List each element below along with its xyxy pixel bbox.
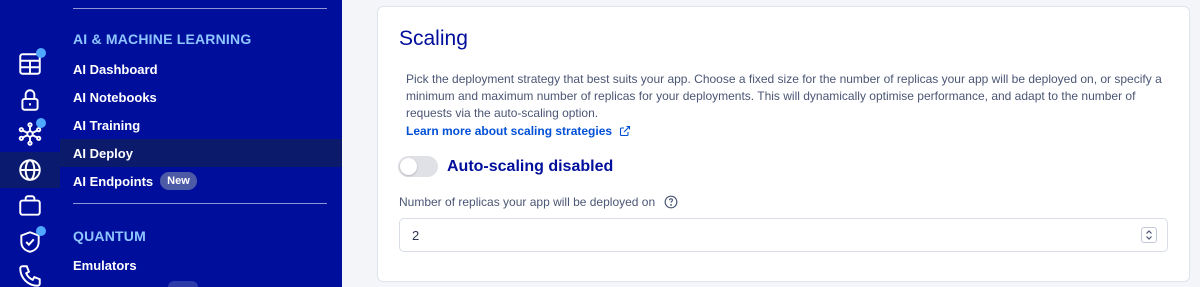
phone-icon — [19, 265, 41, 287]
number-stepper[interactable] — [1141, 227, 1157, 243]
nav-item-label: AI Endpoints — [73, 173, 154, 189]
learn-more-label: Learn more about scaling strategies — [406, 124, 613, 138]
section-title-quantum: QUANTUM — [73, 228, 146, 244]
rail-item-server[interactable] — [0, 46, 60, 82]
nav-item-ai-endpoints[interactable]: AI Endpoints New — [60, 167, 342, 195]
rail-item-globe[interactable] — [0, 152, 60, 188]
rail-item-network[interactable] — [0, 116, 60, 152]
replicas-label: Number of replicas your app will be depl… — [399, 195, 656, 209]
section-title-ai: AI & MACHINE LEARNING — [73, 31, 252, 47]
icon-rail — [0, 0, 60, 287]
external-link-icon — [620, 125, 631, 137]
replicas-input[interactable]: 2 — [399, 218, 1168, 252]
nav-item-ai-training[interactable]: AI Training — [60, 111, 342, 139]
globe-icon — [19, 159, 41, 181]
help-icon[interactable] — [664, 195, 678, 209]
scaling-card: Scaling Pick the deployment strategy tha… — [377, 6, 1190, 282]
toggle-knob — [400, 158, 417, 175]
rail-item-security[interactable] — [0, 82, 60, 118]
scaling-title: Scaling — [399, 27, 468, 50]
replicas-label-row: Number of replicas your app will be depl… — [399, 195, 678, 209]
nav-item-label: AI Training — [73, 117, 141, 133]
rail-item-shield[interactable] — [0, 224, 60, 260]
autoscaling-label: Auto-scaling disabled — [447, 157, 614, 175]
autoscaling-row: Auto-scaling disabled — [398, 156, 613, 177]
partial-badge — [168, 281, 198, 287]
briefcase-icon — [19, 195, 41, 216]
lock-icon — [21, 89, 39, 111]
chevron-up-down-icon — [1146, 230, 1152, 240]
nav-item-emulators[interactable]: Emulators — [60, 251, 342, 279]
divider — [73, 203, 327, 204]
nav-item-label: Emulators — [73, 257, 137, 273]
nav-item-ai-deploy[interactable]: AI Deploy — [60, 139, 342, 167]
divider — [73, 8, 327, 9]
autoscaling-toggle[interactable] — [398, 156, 438, 177]
rail-item-phone[interactable] — [0, 258, 60, 287]
nav-item-ai-dashboard[interactable]: AI Dashboard — [60, 55, 342, 83]
nav-sidebar: AI & MACHINE LEARNING AI Dashboard AI No… — [60, 0, 342, 287]
rail-item-briefcase[interactable] — [0, 188, 60, 224]
learn-more-link[interactable]: Learn more about scaling strategies — [406, 124, 631, 138]
replicas-value: 2 — [412, 227, 420, 243]
notification-dot — [36, 118, 46, 128]
main-content: Scaling Pick the deployment strategy tha… — [342, 0, 1200, 287]
notification-dot — [36, 48, 46, 58]
nav-item-label: AI Deploy — [73, 145, 133, 161]
nav-item-ai-notebooks[interactable]: AI Notebooks — [60, 83, 342, 111]
notification-dot — [36, 226, 46, 236]
nav-item-label: AI Notebooks — [73, 89, 157, 105]
new-badge: New — [160, 172, 197, 190]
nav-item-label: AI Dashboard — [73, 61, 158, 77]
scaling-description: Pick the deployment strategy that best s… — [406, 72, 1162, 120]
